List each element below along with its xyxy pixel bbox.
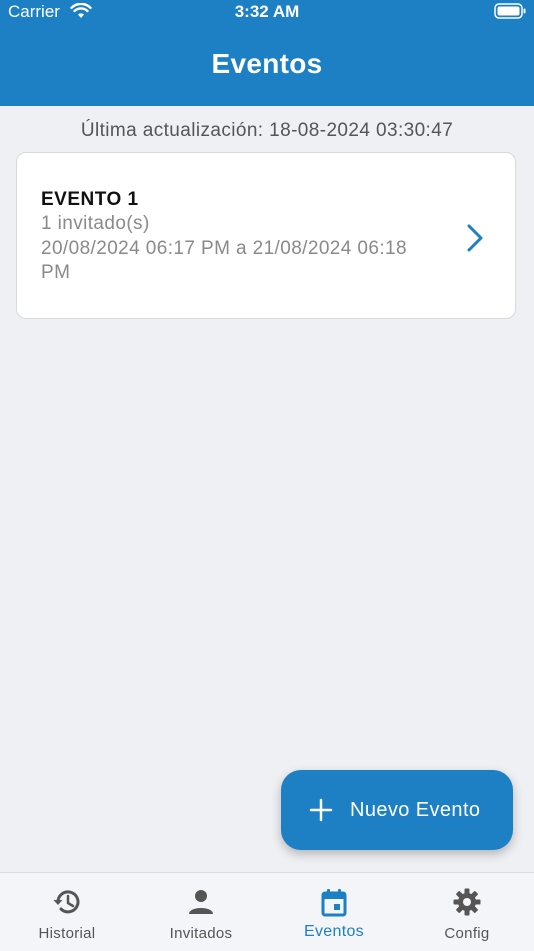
chevron-right-icon[interactable] (465, 223, 485, 253)
plus-icon (309, 798, 333, 822)
page-title: Eventos (211, 48, 323, 79)
tab-config[interactable]: Config (400, 873, 534, 951)
new-event-button[interactable]: Nuevo Evento (281, 770, 513, 850)
app-header: Carrier 3:32 AM Eventos (0, 0, 534, 106)
new-event-label: Nuevo Evento (350, 799, 481, 821)
event-guests: 1 invitado(s) (41, 213, 150, 234)
tab-label: Invitados (169, 925, 233, 942)
tab-invitados[interactable]: Invitados (134, 873, 268, 951)
event-card[interactable]: EVENTO 1 1 invitado(s) 20/08/2024 06:17 … (16, 152, 516, 319)
tab-historial[interactable]: Historial (0, 873, 134, 951)
battery-icon (494, 3, 526, 19)
calendar-icon (321, 889, 347, 917)
status-time: 3:32 AM (234, 2, 300, 21)
tab-eventos[interactable]: Eventos (267, 873, 401, 951)
tab-label: Historial (38, 925, 96, 942)
tab-label: Eventos (304, 923, 364, 940)
person-icon (189, 890, 213, 914)
tab-bar: Historial Invitados Eventos Config (0, 872, 534, 951)
status-bar: Carrier 3:32 AM (0, 0, 534, 26)
event-title: EVENTO 1 (41, 189, 139, 210)
event-dates: 20/08/2024 06:17 PM a 21/08/2024 06:18 P… (41, 238, 407, 283)
last-update-text: Última actualización: 18-08-2024 03:30:4… (80, 120, 454, 141)
gear-icon (453, 888, 481, 916)
tab-label: Config (444, 925, 490, 942)
history-icon (53, 890, 80, 914)
